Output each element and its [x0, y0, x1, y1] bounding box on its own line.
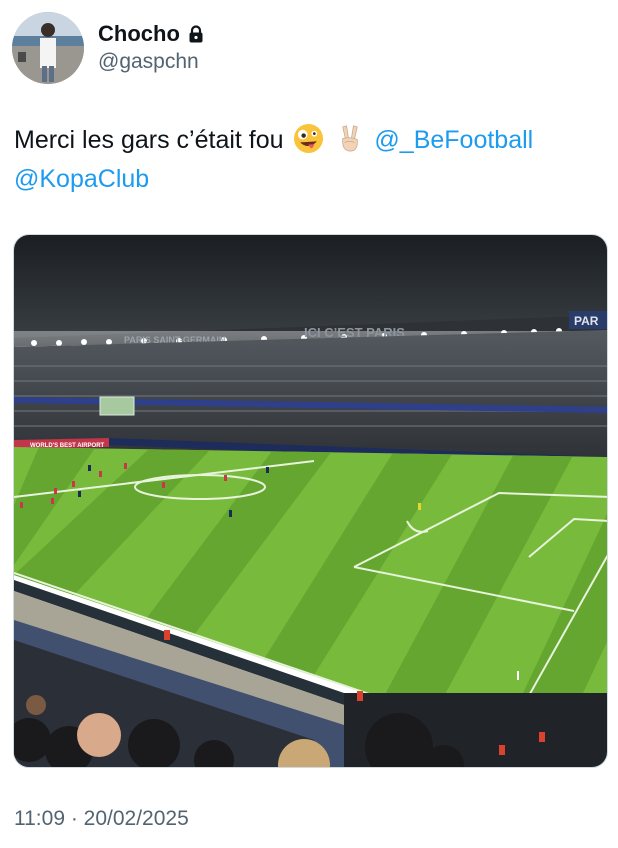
tweet-header: Chocho @gaspchn — [12, 12, 204, 84]
tweet-timestamp[interactable]: 11:09 · 20/02/2025 — [14, 807, 189, 831]
zany-face-emoji — [293, 123, 324, 154]
avatar[interactable] — [12, 12, 84, 84]
victory-hand-emoji — [334, 123, 365, 154]
user-names: Chocho @gaspchn — [98, 20, 204, 74]
tweet-text-main: Merci les gars c’était fou — [14, 126, 284, 154]
stadium-banner-3: PAR — [574, 314, 599, 328]
display-name-row: Chocho — [98, 20, 204, 48]
stadium-photo: PARIS SAINT-GERMAIN ICI C’EST PARIS PAR … — [14, 235, 607, 767]
lock-icon — [188, 25, 204, 43]
avatar-image — [12, 12, 84, 84]
tweet: Chocho @gaspchn Merci les gars c’était f… — [0, 0, 618, 848]
tweet-media-photo[interactable]: PARIS SAINT-GERMAIN ICI C’EST PARIS PAR … — [13, 234, 608, 768]
mention-kopaclub[interactable]: @KopaClub — [14, 165, 149, 193]
user-handle[interactable]: @gaspchn — [98, 50, 204, 74]
tweet-text: Merci les gars c’était fou @_BeFootball … — [14, 121, 604, 199]
mention-befootball[interactable]: @_BeFootball — [374, 126, 533, 154]
display-name[interactable]: Chocho — [98, 21, 180, 47]
